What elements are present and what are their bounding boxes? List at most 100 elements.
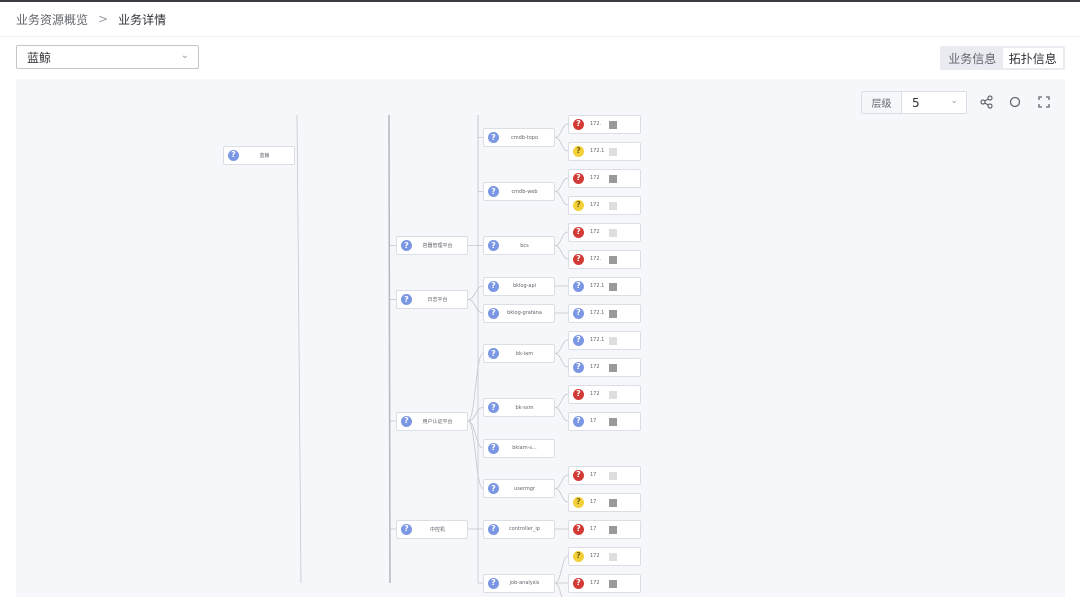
circle-icon[interactable] [1007, 94, 1023, 110]
topology-group-node[interactable]: ? 日志平台 [396, 290, 468, 309]
topology-instance-node[interactable]: ? 17 [568, 465, 641, 485]
unknown-status-icon: ? [401, 240, 412, 251]
unknown-status-icon: ? [401, 415, 412, 427]
topology-link [554, 353, 569, 368]
topology-instance-node[interactable]: ? 172.1 [568, 141, 641, 161]
topology-group-node[interactable]: ? 中控机 [396, 519, 468, 539]
topology-instance-node[interactable]: ? 172.1 [568, 330, 641, 350]
unknown-status-icon: ? [488, 402, 499, 413]
topology-link [554, 474, 569, 489]
node-label: cmdb-web [511, 188, 538, 195]
tab-business-info[interactable]: 业务信息 [942, 48, 1003, 68]
topology-instance-node[interactable]: ? 172 [568, 573, 641, 593]
redaction-mask [609, 201, 617, 210]
topology-instance-node[interactable]: ? 172 [568, 357, 641, 377]
node-label: 容器管理平台 [422, 243, 453, 249]
unknown-status-icon: ? [488, 132, 499, 143]
redaction-mask [609, 336, 617, 345]
topology-link [554, 177, 569, 192]
topology-service-node[interactable]: ? bkiam-s... [483, 438, 555, 458]
topology-instance-node[interactable]: ? 17 [568, 519, 641, 539]
level-label: 层级 [862, 92, 902, 113]
unknown-status-icon: ? [488, 240, 499, 251]
redaction-mask [609, 363, 617, 372]
redaction-mask [609, 147, 617, 156]
topology-instance-node[interactable]: ? 17 [568, 411, 641, 431]
topology-service-node[interactable]: ? cmdb-web [483, 182, 555, 201]
chevron-down-icon: ⌄ [950, 96, 958, 106]
fullscreen-icon[interactable] [1036, 94, 1052, 110]
unknown-status-icon: ? [488, 348, 499, 359]
topology-service-node[interactable]: ? job-analysis [483, 573, 555, 593]
topology-instance-node[interactable]: ? 172. [568, 114, 641, 134]
warning-status-icon: ? [573, 550, 584, 562]
node-label: bcs [520, 242, 529, 249]
topology-group-node[interactable]: ? 用户认证平台 [396, 411, 468, 431]
topology-instance-node[interactable]: ? 172 [568, 546, 641, 566]
node-label: bk-ssm [515, 404, 534, 411]
redaction-mask [609, 471, 617, 480]
topology-service-node[interactable]: ? bk-iam [483, 344, 555, 363]
error-status-icon: ? [573, 577, 584, 589]
warning-status-icon: ? [573, 496, 584, 508]
topology-service-node[interactable]: ? cmdb-topo [483, 128, 555, 147]
topology-root-node[interactable]: ? 蓝鲸 [223, 145, 295, 165]
topology-canvas[interactable]: 层级 5 ⌄ ? 蓝鲸? cmdb-topo ? 172. ? 172.1? cmdb-web… [16, 79, 1065, 597]
warning-status-icon: ? [573, 199, 584, 211]
topology-service-node[interactable]: ? controller_ip [483, 519, 555, 539]
node-label: 用户认证平台 [422, 418, 453, 425]
topology-link [388, 114, 391, 584]
unknown-status-icon: ? [573, 334, 584, 346]
topology-link [296, 114, 302, 584]
redaction-mask [609, 417, 617, 426]
redaction-mask [609, 498, 617, 507]
unknown-status-icon: ? [401, 523, 412, 535]
topology-group-node[interactable]: ? 容器管理平台 [396, 236, 468, 255]
topology-link [554, 137, 569, 152]
error-status-icon: ? [573, 388, 584, 400]
topology-service-node[interactable]: ? bklog-grafana [483, 303, 555, 323]
unknown-status-icon: ? [488, 483, 499, 494]
topology-instance-node[interactable]: ? 172 [568, 384, 641, 404]
topology-link [467, 299, 484, 314]
node-label: usermgr [514, 485, 535, 492]
node-label: 中控机 [429, 526, 445, 533]
topology-link [477, 115, 483, 192]
topology-service-node[interactable]: ? usermgr [483, 479, 555, 498]
topology-instance-node[interactable]: ? 172.1 [568, 303, 641, 323]
topology-link [554, 393, 569, 408]
topology-link [554, 339, 569, 354]
topology-instance-node[interactable]: ? 172. [568, 249, 641, 269]
business-select[interactable]: 蓝鲸 ⌄ [16, 45, 199, 69]
business-select-value: 蓝鲸 [27, 50, 52, 65]
unknown-status-icon: ? [488, 307, 499, 319]
topology-link [554, 191, 569, 206]
topology-instance-node[interactable]: ? 172 [568, 168, 641, 188]
level-select[interactable]: 5 ⌄ [902, 92, 966, 113]
view-tabs: 业务信息 拓扑信息 [940, 46, 1065, 70]
topology-link [554, 245, 569, 260]
error-status-icon: ? [573, 172, 584, 184]
redaction-mask [609, 228, 617, 237]
topology-instance-node[interactable]: ? 17 [568, 492, 641, 512]
chevron-down-icon: ⌄ [180, 50, 189, 61]
unknown-status-icon: ? [488, 523, 499, 535]
share-nodes-icon[interactable] [979, 94, 995, 110]
topology-instance-node[interactable]: ? 172.1 [568, 276, 641, 296]
topology-instance-node[interactable]: ? 172 [568, 222, 641, 242]
topology-service-node[interactable]: ? bklog-api [483, 276, 555, 296]
topology-instance-node[interactable]: ? 172 [568, 195, 641, 215]
breadcrumb: 业务资源概览 > 业务详情 [0, 2, 1080, 37]
error-status-icon: ? [573, 226, 584, 238]
redaction-mask [609, 390, 617, 399]
tab-topology-info[interactable]: 拓扑信息 [1002, 48, 1063, 68]
topology-link [554, 555, 569, 584]
error-status-icon: ? [573, 118, 584, 130]
breadcrumb-parent-link[interactable]: 业务资源概览 [16, 11, 88, 28]
topology-service-node[interactable]: ? bk-ssm [483, 398, 555, 417]
warning-status-icon: ? [573, 145, 584, 157]
redaction-mask [609, 120, 617, 129]
topology-service-node[interactable]: ? bcs [483, 236, 555, 255]
node-label: cmdb-topo [510, 134, 539, 141]
redaction-mask [609, 579, 617, 588]
